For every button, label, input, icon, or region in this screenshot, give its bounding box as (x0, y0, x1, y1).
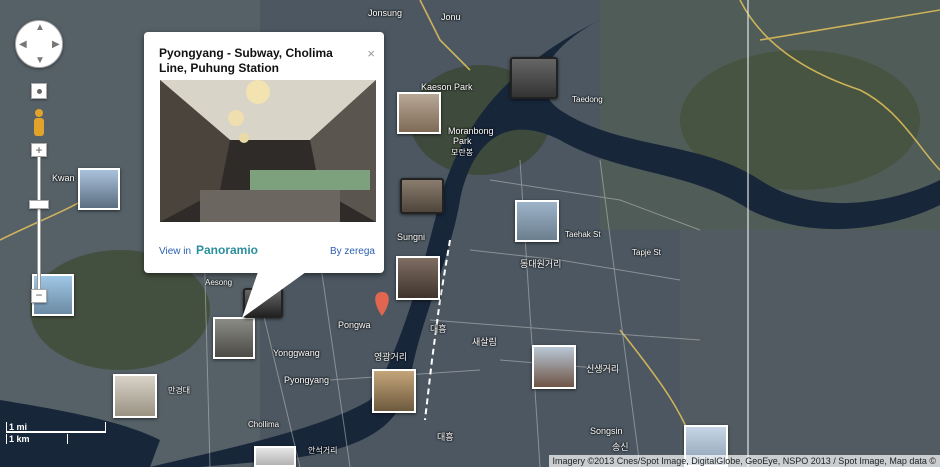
pan-left-icon[interactable]: ◀ (19, 40, 27, 50)
photo-thumbnail[interactable] (515, 200, 559, 242)
photo-thumbnail[interactable] (372, 369, 416, 413)
photo-thumbnail[interactable] (510, 57, 558, 99)
zoom-in-button[interactable]: + (31, 143, 47, 157)
pan-control[interactable]: ▲ ▼ ◀ ▶ (15, 20, 63, 68)
scale-mi-label: 1 mi (9, 422, 28, 432)
photo-info-window: Pyongyang - Subway, Cholima Line, Puhung… (144, 32, 384, 273)
scale-bar: 1 mi 1 km (6, 422, 106, 444)
photo-thumbnail[interactable] (400, 178, 444, 214)
label-kr-6: 영광거리 (374, 352, 408, 362)
label-jonu: Jonu (441, 12, 461, 22)
photo-thumbnail[interactable] (397, 92, 441, 134)
label-sungni: Sungni (397, 232, 426, 242)
reset-dot-icon (36, 89, 42, 94)
pan-right-icon[interactable]: ▶ (52, 40, 60, 50)
label-kr-2: 대흥 (430, 324, 447, 334)
zoom-slider-track[interactable] (37, 156, 41, 296)
label-kaeson-park: Kaeson Park (421, 82, 473, 92)
label-taedong-river: Taedong (572, 95, 603, 104)
popup-photo[interactable] (160, 80, 376, 222)
label-kr-8: 송신 (612, 442, 629, 452)
label-pyongyang: Pyongyang (284, 375, 330, 385)
label-moranbong: Moranbong (448, 126, 494, 136)
close-icon[interactable]: × (367, 46, 375, 61)
satellite-map[interactable]: Jonsung Jonu Kaeson Park Taedong Moranbo… (0, 0, 940, 467)
label-yonggwang: Yonggwang (273, 348, 320, 358)
photo-thumbnail[interactable] (396, 256, 440, 300)
pan-down-icon[interactable]: ▼ (35, 56, 45, 66)
map-attribution: Imagery ©2013 Cnes/Spot Image, DigitalGl… (548, 455, 940, 467)
label-kr-9: 만경대 (168, 386, 191, 395)
photo-thumbnail[interactable] (254, 446, 296, 467)
popup-pointer (242, 272, 306, 318)
popup-author-link[interactable]: By zerega (330, 246, 375, 257)
label-tapje-st: Tapje St (632, 248, 661, 257)
label-kwan: Kwan (52, 173, 75, 183)
label-kr-11: 안석거리 (308, 446, 338, 455)
pegman-icon[interactable] (31, 109, 47, 139)
label-kr-1: 동대원거리 (520, 259, 562, 269)
photo-thumbnail[interactable] (78, 168, 120, 210)
label-moranbong-park: Park (453, 136, 472, 146)
label-chollima: Chollima (248, 420, 280, 429)
label-jonsung: Jonsung (368, 8, 403, 18)
label-pongwa: Pongwa (338, 320, 371, 330)
label-kr-4: 신생거리 (586, 364, 620, 374)
pan-up-icon[interactable]: ▲ (35, 23, 45, 33)
photo-thumbnail[interactable] (213, 317, 255, 359)
reset-view-button[interactable] (31, 83, 47, 99)
photo-thumbnail[interactable] (532, 345, 576, 389)
label-kr-13: 대흥 (437, 432, 454, 442)
panoramio-logo[interactable]: Panoramio (196, 243, 258, 257)
label-moranbong-kr: 모란봉 (451, 148, 474, 157)
photo-thumbnail[interactable] (113, 374, 157, 418)
label-aesong: Aesong (205, 278, 233, 287)
zoom-slider-handle[interactable] (29, 200, 49, 209)
zoom-out-button[interactable]: − (31, 289, 47, 303)
label-taehak-st: Taehak St (565, 230, 601, 239)
popup-title: Pyongyang - Subway, Cholima Line, Puhung… (159, 46, 333, 75)
label-kr-3: 새살림 (472, 337, 497, 347)
popup-view-in-label: View in (159, 246, 192, 257)
label-songsin: Songsin (590, 426, 623, 436)
